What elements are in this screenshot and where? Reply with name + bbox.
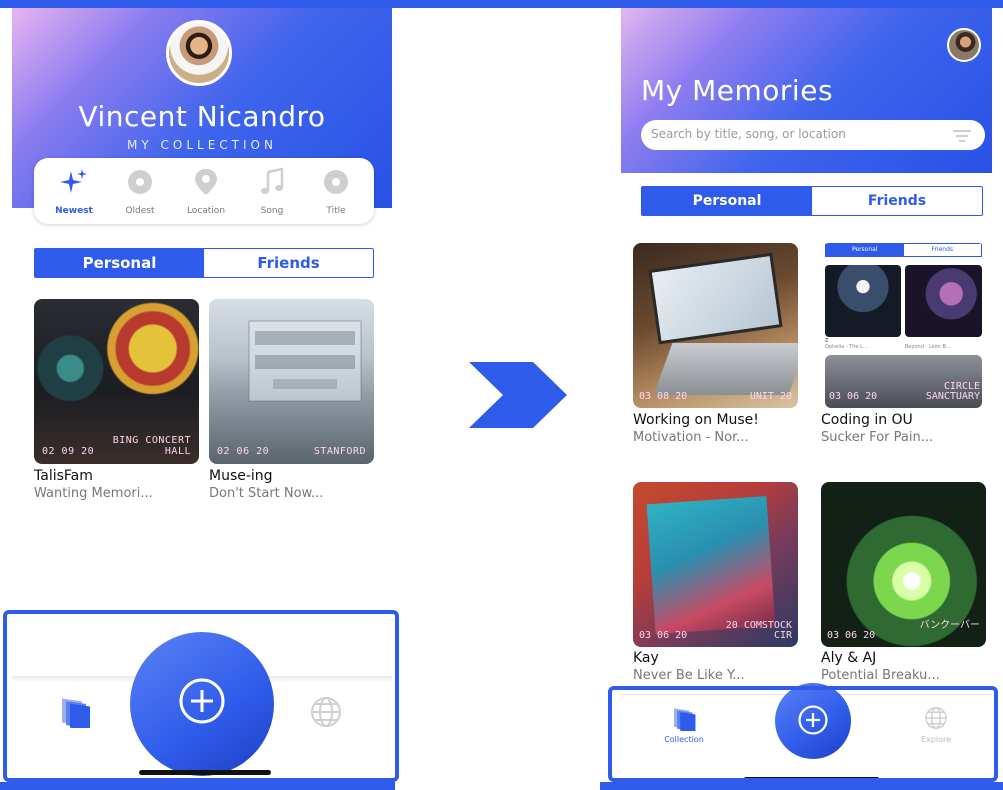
memory-location: バンクーバー [919,620,980,631]
chevron-right-icon [469,362,567,428]
personal-friends-toggle: Personal Friends [34,248,374,278]
memory-card-museing[interactable]: 02 06 20 STANFORD [209,299,374,464]
frame-bottom-left [0,782,395,790]
highlight-tabbar-right [608,686,998,782]
memories-header: My Memories Search by title, song, or lo… [621,8,992,173]
mini-photo-1 [825,265,901,337]
sparkles-icon [60,169,87,193]
memory-title: Aly & AJ [821,650,877,666]
memory-song: Sucker For Pain... [821,430,934,445]
memory-title: Coding in OU [821,412,913,428]
sort-label-location: Location [186,206,226,216]
memory-location: CIR [773,630,792,641]
tab-friends[interactable]: Friends [204,249,373,277]
collection-subtitle: MY COLLECTION [127,138,277,152]
highlight-tabbar-left [3,610,399,782]
mini-caption: Beyond - Leon B... [905,344,951,350]
memory-date: 02 06 20 [217,446,270,457]
memory-title: Kay [633,650,659,666]
memory-song: Motivation - Nor... [633,430,749,445]
sort-song[interactable]: Song [242,158,302,224]
sort-label-title: Title [326,206,346,216]
profile-name: Vincent Nicandro [78,100,326,133]
memory-date: 03 06 20 [827,630,876,641]
memory-date: 03 06 20 [829,391,878,402]
laptop-screen-photo [648,252,783,345]
sort-label-song: Song [260,206,284,216]
mini-toggle: Personal Friends [825,243,982,257]
frame-bottom-right [600,782,1003,790]
avatar[interactable] [166,20,232,86]
memory-title: Muse-ing [209,468,273,484]
memory-song: Don't Start Now... [209,486,324,501]
sort-label-newest: Newest [55,206,93,216]
memory-card-kay[interactable]: 03 06 20 20 COMSTOCK CIR [633,482,798,647]
tab-personal[interactable]: Personal [642,187,812,215]
sort-label-oldest: Oldest [125,206,155,216]
memory-card-talisfam[interactable]: 02 09 20 BING CONCERT HALL [34,299,199,464]
mini-photo-2 [905,265,982,337]
location-pin-icon [195,169,217,195]
sort-oldest[interactable]: Oldest [110,158,170,224]
tab-personal[interactable]: Personal [35,249,204,277]
laptop-keyboard-photo [653,343,798,395]
personal-friends-toggle: Personal Friends [641,186,983,216]
memory-card-aly-aj[interactable]: 03 06 20 バンクーバー [821,482,986,647]
page-title: My Memories [641,74,834,107]
mini-tab-personal: Personal [826,244,904,256]
sort-bar: Newest Oldest Location Song Title [34,158,374,224]
memory-date: 03 06 20 [639,630,688,641]
sort-location[interactable]: Location [176,158,236,224]
memory-title: TalisFam [34,468,93,484]
mini-caption: Ophelia - The L... [825,344,868,350]
book-cover-photo [646,495,776,635]
memory-location: SANCTUARY [925,391,980,402]
memory-song: Never Be Like Y... [633,668,745,683]
music-note-icon [261,167,284,194]
tab-friends[interactable]: Friends [812,187,982,215]
memory-date: 02 09 20 [42,446,95,457]
sort-title[interactable]: Title [306,158,366,224]
memory-location: HALL [164,446,191,457]
avatar[interactable] [947,28,981,62]
memory-card-coding-in-ou[interactable]: Personal Friends Z Ophelia - The L... Be… [821,243,986,408]
memory-song: Wanting Memori... [34,486,153,501]
memory-date: 03 08 20 [639,391,688,402]
frame-top [0,0,1003,8]
search-input[interactable]: Search by title, song, or location [641,120,985,150]
memory-location: UNIT 20 [749,391,792,402]
sort-newest[interactable]: Newest [44,158,104,224]
search-placeholder: Search by title, song, or location [651,127,846,141]
comparison-stage: Vincent Nicandro MY COLLECTION Newest Ol… [0,0,1003,790]
memory-title: Working on Muse! [633,412,759,428]
memory-card-working-on-muse[interactable]: 03 08 20 UNIT 20 [633,243,798,408]
filter-icon[interactable] [953,130,971,142]
memory-location: STANFORD [313,446,366,457]
circle-icon [324,170,348,194]
sign-graphic [248,320,362,402]
memory-location: BING CONCERT [112,435,191,446]
memory-song: Potential Breaku... [821,668,940,683]
temp-closure-photo [245,317,365,415]
mini-tab-friends: Friends [931,246,954,253]
circle-icon [128,170,152,194]
my-memories-screen: My Memories Search by title, song, or lo… [621,8,992,782]
